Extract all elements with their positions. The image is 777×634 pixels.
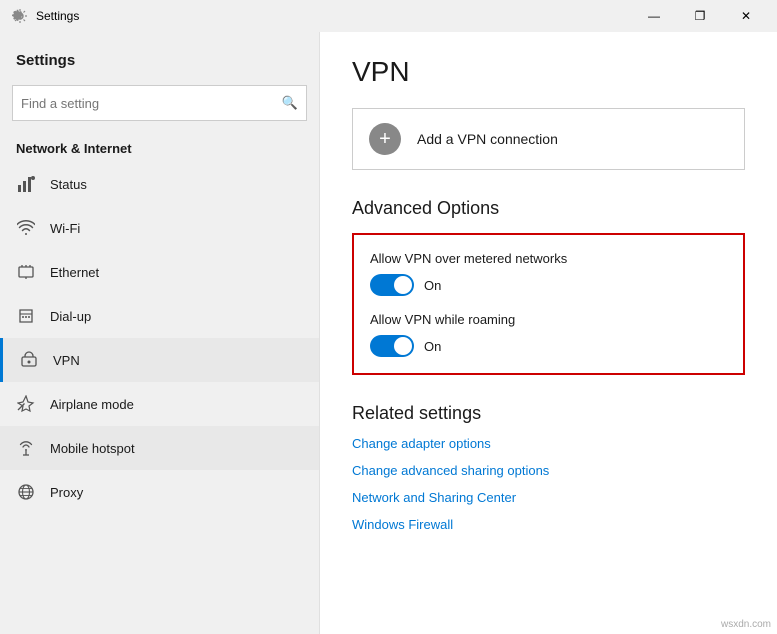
toggle-metered-state: On — [424, 278, 441, 293]
sidebar-item-airplane[interactable]: Airplane mode — [0, 382, 319, 426]
sidebar-item-status[interactable]: Status — [0, 162, 319, 206]
related-link-firewall[interactable]: Windows Firewall — [352, 517, 745, 532]
toggle-metered-label: Allow VPN over metered networks — [370, 251, 727, 266]
toggle-roaming-row: Allow VPN while roaming On — [370, 312, 727, 357]
sidebar-item-label-status: Status — [50, 177, 87, 192]
settings-app-icon — [12, 8, 28, 24]
toggle-roaming-switch[interactable] — [370, 335, 414, 357]
sidebar-item-label-hotspot: Mobile hotspot — [50, 441, 135, 456]
toggle-roaming-state: On — [424, 339, 441, 354]
sidebar-header: Settings — [0, 32, 319, 77]
title-bar-title: Settings — [36, 9, 79, 23]
hotspot-icon — [16, 438, 36, 458]
toggle-metered-switch[interactable] — [370, 274, 414, 296]
page-title: VPN — [352, 56, 745, 88]
add-vpn-box[interactable]: + Add a VPN connection — [352, 108, 745, 170]
sidebar-item-proxy[interactable]: Proxy — [0, 470, 319, 514]
related-link-sharing[interactable]: Change advanced sharing options — [352, 463, 745, 478]
airplane-icon — [16, 394, 36, 414]
sidebar: Settings 🔍 Network & Internet Status — [0, 32, 320, 634]
sidebar-item-label-dialup: Dial-up — [50, 309, 91, 324]
sidebar-item-vpn[interactable]: VPN — [0, 338, 319, 382]
maximize-button[interactable]: ❐ — [677, 0, 723, 32]
app-body: Settings 🔍 Network & Internet Status — [0, 32, 777, 634]
title-bar-left: Settings — [12, 8, 79, 24]
wifi-icon — [16, 218, 36, 238]
sidebar-item-label-vpn: VPN — [53, 353, 80, 368]
dialup-icon — [16, 306, 36, 326]
sidebar-item-hotspot[interactable]: Mobile hotspot — [0, 426, 319, 470]
content-area: VPN + Add a VPN connection Advanced Opti… — [320, 32, 777, 634]
search-input[interactable] — [21, 96, 282, 111]
vpn-icon — [19, 350, 39, 370]
sidebar-item-ethernet[interactable]: Ethernet — [0, 250, 319, 294]
related-settings-title: Related settings — [352, 403, 745, 424]
title-bar: Settings — ❐ ✕ — [0, 0, 777, 32]
add-vpn-label: Add a VPN connection — [417, 131, 558, 147]
section-label: Network & Internet — [0, 133, 319, 162]
sidebar-item-label-proxy: Proxy — [50, 485, 83, 500]
related-link-adapter[interactable]: Change adapter options — [352, 436, 745, 451]
sidebar-item-label-ethernet: Ethernet — [50, 265, 99, 280]
proxy-icon — [16, 482, 36, 502]
title-bar-controls: — ❐ ✕ — [631, 0, 769, 32]
search-icon: 🔍 — [282, 95, 298, 111]
status-icon — [16, 174, 36, 194]
toggle-metered-row: Allow VPN over metered networks On — [370, 251, 727, 296]
advanced-options-title: Advanced Options — [352, 198, 745, 219]
search-box[interactable]: 🔍 — [12, 85, 307, 121]
toggle-roaming-control: On — [370, 335, 727, 357]
close-button[interactable]: ✕ — [723, 0, 769, 32]
sidebar-item-wifi[interactable]: Wi-Fi — [0, 206, 319, 250]
toggle-metered-control: On — [370, 274, 727, 296]
advanced-options-box: Allow VPN over metered networks On Allow… — [352, 233, 745, 375]
add-icon: + — [369, 123, 401, 155]
sidebar-item-dialup[interactable]: Dial-up — [0, 294, 319, 338]
sidebar-item-label-airplane: Airplane mode — [50, 397, 134, 412]
toggle-roaming-label: Allow VPN while roaming — [370, 312, 727, 327]
watermark: wsxdn.com — [721, 619, 771, 630]
related-link-network-center[interactable]: Network and Sharing Center — [352, 490, 745, 505]
minimize-button[interactable]: — — [631, 0, 677, 32]
ethernet-icon — [16, 262, 36, 282]
sidebar-item-label-wifi: Wi-Fi — [50, 221, 80, 236]
